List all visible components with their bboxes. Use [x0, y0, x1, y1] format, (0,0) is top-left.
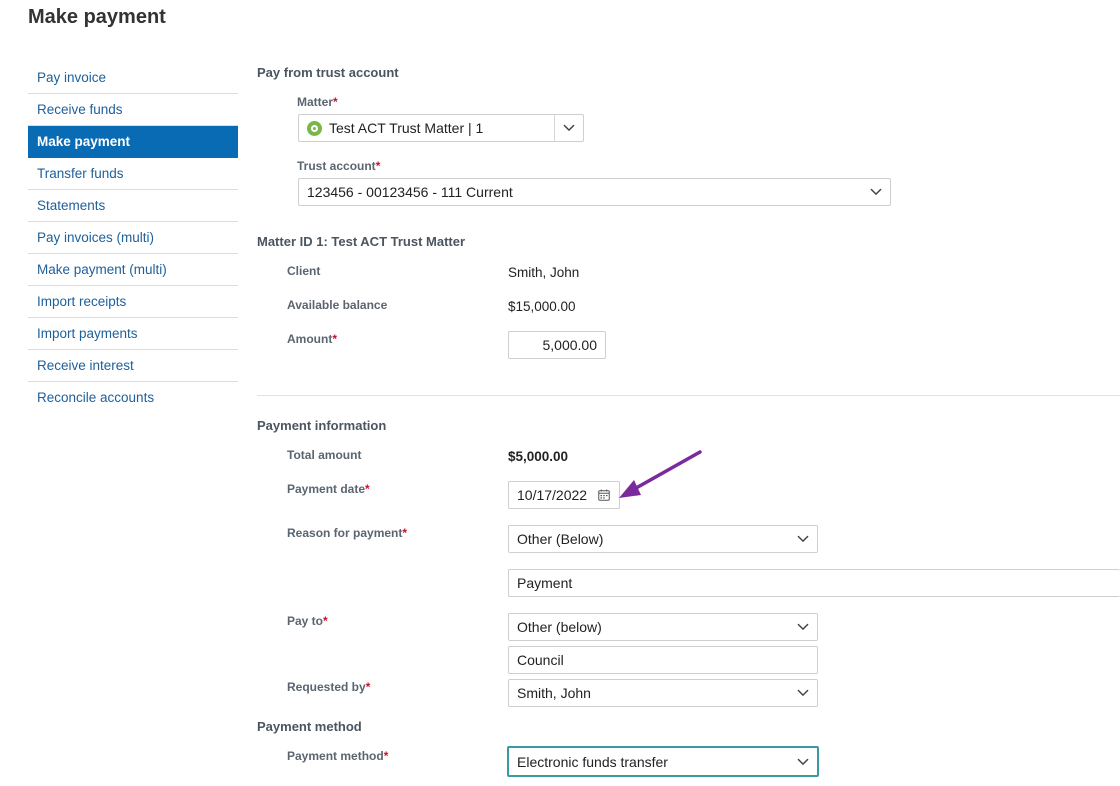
client-label: Client	[287, 264, 321, 278]
reason-select-value: Other (Below)	[517, 531, 604, 547]
calendar-icon[interactable]	[598, 489, 610, 501]
sidebar-nav: Pay invoice Receive funds Make payment T…	[28, 62, 238, 414]
pay-to-select-value: Other (below)	[517, 619, 602, 635]
select-separator	[554, 115, 555, 141]
trust-account-select[interactable]: 123456 - 00123456 - 111 Current	[298, 178, 891, 206]
page-title: Make payment	[28, 6, 166, 28]
section-title-matter: Matter ID 1: Test ACT Trust Matter	[257, 234, 466, 249]
matter-label: Matter*	[297, 95, 338, 109]
required-marker: *	[383, 749, 389, 763]
sidebar-item-transfer-funds[interactable]: Transfer funds	[28, 158, 238, 190]
pay-to-label: Pay to*	[287, 614, 328, 628]
pay-to-text-value: Council	[517, 652, 564, 668]
section-title-payment-method: Payment method	[257, 719, 362, 734]
section-divider	[257, 395, 1120, 396]
sidebar-item-receive-interest[interactable]: Receive interest	[28, 350, 238, 382]
chevron-down-icon[interactable]	[797, 535, 809, 543]
sidebar-item-reconcile-accounts[interactable]: Reconcile accounts	[28, 382, 238, 414]
amount-input[interactable]: 5,000.00	[508, 331, 606, 359]
section-title-trust: Pay from trust account	[257, 65, 399, 80]
client-value: Smith, John	[508, 265, 580, 280]
payment-date-label: Payment date*	[287, 482, 370, 496]
arrow-annotation-icon	[619, 450, 702, 498]
matter-circle-icon	[307, 120, 322, 136]
chevron-down-icon[interactable]	[563, 124, 575, 132]
total-amount-value: $5,000.00	[508, 449, 569, 464]
sidebar-item-make-payment-multi[interactable]: Make payment (multi)	[28, 254, 238, 286]
trust-account-label: Trust account*	[297, 159, 381, 173]
payment-method-value: Electronic funds transfer	[517, 753, 668, 770]
requested-by-select[interactable]: Smith, John	[508, 679, 818, 707]
sidebar-item-pay-invoices-multi[interactable]: Pay invoices (multi)	[28, 222, 238, 254]
sidebar-item-pay-invoice[interactable]: Pay invoice	[28, 62, 238, 94]
reason-text-value: Payment	[517, 575, 573, 591]
reason-text-input[interactable]: Payment	[508, 569, 1120, 597]
available-balance-value: $15,000.00	[508, 299, 576, 314]
requested-by-label: Requested by*	[287, 680, 371, 694]
pay-to-select[interactable]: Other (below)	[508, 613, 818, 641]
sidebar-item-make-payment[interactable]: Make payment	[28, 126, 238, 158]
reason-label: Reason for payment*	[287, 526, 408, 540]
chevron-down-icon[interactable]	[870, 188, 882, 196]
sidebar-item-import-payments[interactable]: Import payments	[28, 318, 238, 350]
payment-method-label: Payment method*	[287, 749, 389, 763]
reason-select[interactable]: Other (Below)	[508, 525, 818, 553]
required-marker: *	[332, 332, 337, 346]
pay-to-text-input[interactable]: Council	[508, 646, 818, 674]
required-marker: *	[323, 614, 328, 628]
sidebar-item-statements[interactable]: Statements	[28, 190, 238, 222]
chevron-down-icon[interactable]	[797, 689, 809, 697]
amount-label: Amount*	[287, 332, 337, 346]
section-title-payment-info: Payment information	[257, 418, 387, 433]
matter-select[interactable]: Test ACT Trust Matter | 1	[298, 114, 584, 142]
total-amount-label: Total amount	[287, 448, 362, 462]
chevron-down-icon[interactable]	[797, 623, 809, 631]
sidebar-item-receive-funds[interactable]: Receive funds	[28, 94, 238, 126]
payment-date-value: 10/17/2022	[517, 487, 588, 503]
matter-select-value: Test ACT Trust Matter | 1	[329, 120, 484, 136]
trust-account-value: 123456 - 00123456 - 111 Current	[307, 184, 513, 200]
required-marker: *	[402, 526, 408, 540]
amount-value: 5,000.00	[542, 337, 598, 353]
required-marker: *	[365, 680, 371, 694]
chevron-down-icon[interactable]	[797, 757, 809, 765]
required-marker: *	[365, 482, 370, 496]
required-marker: *	[333, 95, 338, 109]
payment-date-input[interactable]: 10/17/2022	[508, 481, 620, 509]
available-balance-label: Available balance	[287, 298, 388, 312]
sidebar-item-import-receipts[interactable]: Import receipts	[28, 286, 238, 318]
payment-method-select[interactable]: Electronic funds transfer	[507, 746, 819, 777]
required-marker: *	[375, 159, 381, 173]
requested-by-value: Smith, John	[517, 685, 591, 701]
